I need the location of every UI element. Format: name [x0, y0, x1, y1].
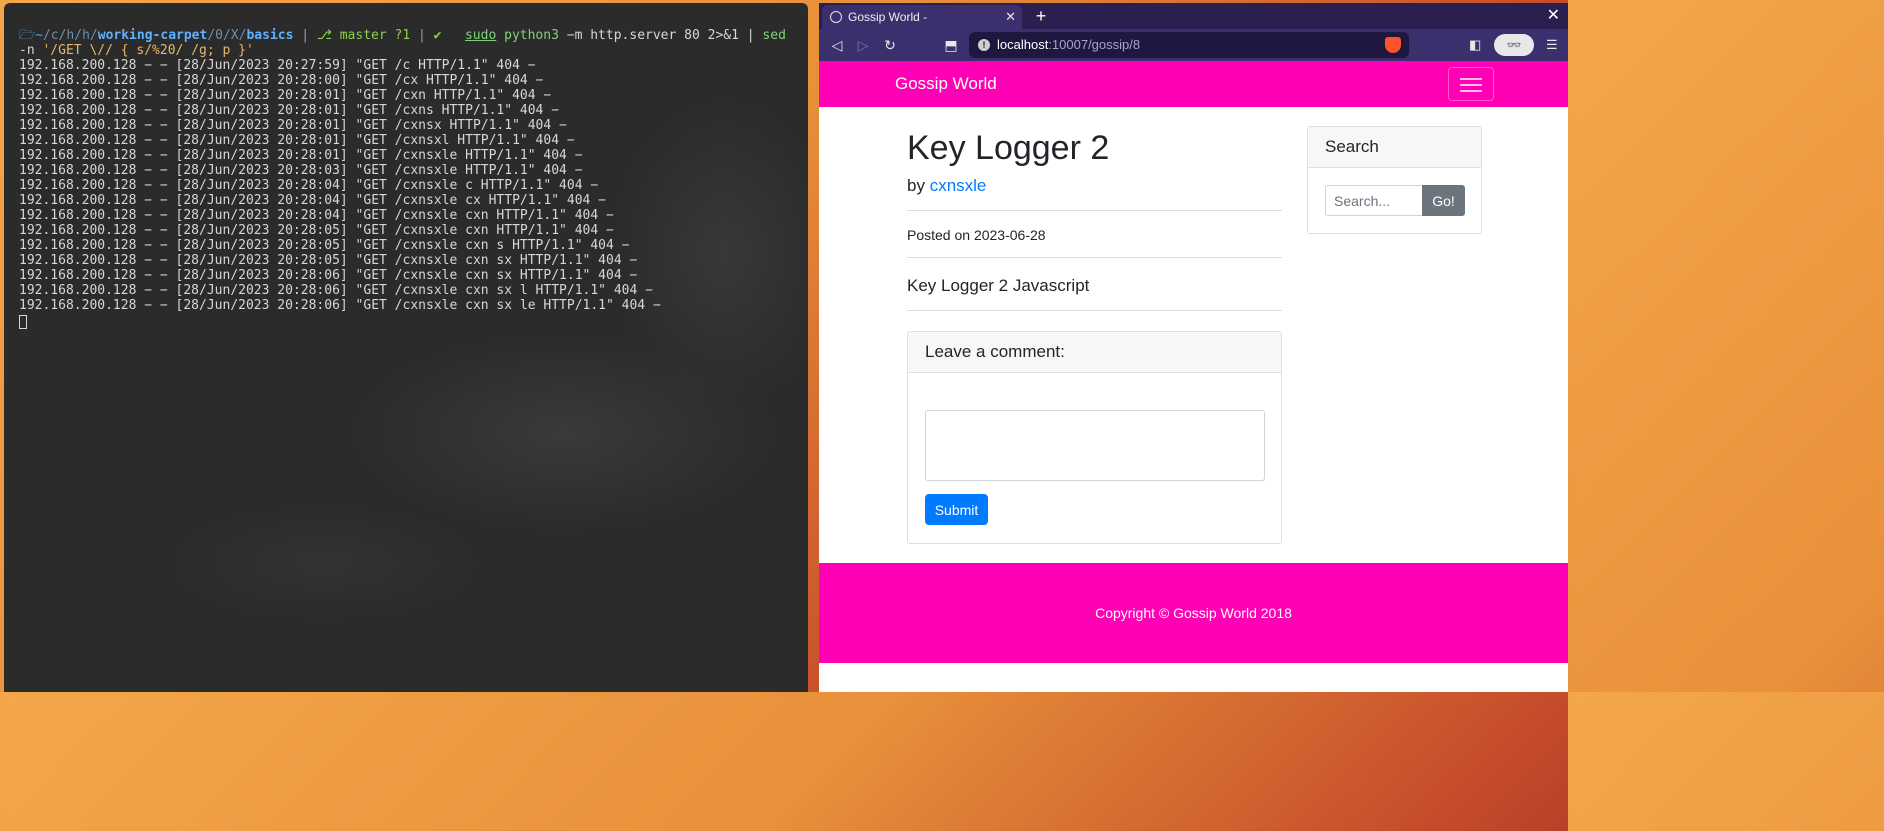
site-navbar: Gossip World: [819, 61, 1568, 107]
divider: [907, 310, 1282, 311]
terminal-output: 192.168.200.128 − − [28/Jun/2023 20:27:5…: [19, 58, 808, 313]
post-byline: by cxnsxle: [907, 176, 987, 195]
prompt-git-branch: master ?1: [339, 28, 411, 43]
folder-icon: 🗁: [19, 28, 36, 43]
bookmark-icon[interactable]: ⬒: [941, 35, 961, 55]
search-go-button[interactable]: Go!: [1422, 185, 1465, 216]
log-line: 192.168.200.128 − − [28/Jun/2023 20:28:0…: [19, 148, 583, 163]
log-line: 192.168.200.128 − − [28/Jun/2023 20:28:0…: [19, 73, 544, 88]
log-line: 192.168.200.128 − − [28/Jun/2023 20:28:0…: [19, 238, 630, 253]
log-line: 192.168.200.128 − − [28/Jun/2023 20:28:0…: [19, 268, 638, 283]
window-close-button[interactable]: ✕: [1547, 3, 1560, 29]
log-line: 192.168.200.128 − − [28/Jun/2023 20:27:5…: [19, 58, 536, 73]
prompt-path-home: ~: [35, 28, 43, 43]
site-footer: Copyright © Gossip World 2018: [819, 563, 1568, 663]
terminal-cursor: [19, 315, 27, 329]
log-line: 192.168.200.128 − − [28/Jun/2023 20:28:0…: [19, 193, 606, 208]
comment-card: Leave a comment: Submit: [907, 331, 1282, 544]
command-sed: sed: [762, 28, 786, 43]
log-line: 192.168.200.128 − − [28/Jun/2023 20:28:0…: [19, 223, 614, 238]
forward-icon[interactable]: ▷: [853, 35, 873, 55]
command-sed-expression: '/GET \// { s/%20/ /g; p }': [42, 43, 254, 58]
post-date: Posted on 2023-06-28: [907, 227, 1046, 243]
reload-icon[interactable]: ↻: [880, 35, 900, 55]
tab-close-icon[interactable]: ✕: [1005, 5, 1016, 29]
log-line: 192.168.200.128 − − [28/Jun/2023 20:28:0…: [19, 178, 599, 193]
submit-button[interactable]: Submit: [925, 494, 988, 525]
log-line: 192.168.200.128 − − [28/Jun/2023 20:28:0…: [19, 298, 661, 313]
prompt-path-dir: basics: [246, 28, 294, 43]
command-args: −m http.server 80 2>&1 |: [558, 28, 763, 43]
browser-tab-title: Gossip World -: [848, 10, 928, 24]
command-flag: -n: [19, 43, 43, 58]
terminal-cursor-line[interactable]: [19, 313, 808, 329]
menu-icon[interactable]: ☰: [1546, 35, 1558, 55]
divider: [907, 257, 1282, 258]
command-main: python3: [504, 28, 559, 43]
site-brand[interactable]: Gossip World: [895, 61, 997, 107]
site-info-icon[interactable]: !: [978, 39, 990, 51]
globe-icon: [830, 11, 842, 23]
wallet-glasses-icon[interactable]: 👓: [1494, 34, 1534, 56]
comment-card-header: Leave a comment:: [908, 332, 1281, 373]
comment-textarea[interactable]: [925, 410, 1265, 481]
log-line: 192.168.200.128 − − [28/Jun/2023 20:28:0…: [19, 283, 653, 298]
post-title: Key Logger 2: [907, 129, 1110, 167]
terminal-prompt-line: 🗁~/c/h/h/working-carpet/0/X/basics | ⎇ m…: [19, 28, 786, 43]
author-link[interactable]: cxnsxle: [930, 176, 987, 195]
log-line: 192.168.200.128 − − [28/Jun/2023 20:28:0…: [19, 118, 567, 133]
prompt-path-tail: /0/X/: [207, 28, 247, 43]
terminal-window[interactable]: 🗁~/c/h/h/working-carpet/0/X/basics | ⎇ m…: [4, 3, 808, 692]
browser-window: Gossip World - ✕ + ✕ ◁ ▷ ↻ ⬒ ! localhost…: [819, 3, 1568, 692]
browser-toolbar: ◁ ▷ ↻ ⬒ ! localhost:10007/gossip/8 ◧ 👓 ☰: [819, 29, 1568, 61]
brave-shields-icon[interactable]: [1385, 37, 1401, 53]
post-body: Key Logger 2 Javascript: [907, 276, 1090, 295]
new-tab-button[interactable]: +: [1031, 3, 1051, 29]
page-content: Key Logger 2 by cxnsxle Posted on 2023-0…: [819, 107, 1568, 563]
terminal-prompt-line-2: -n '/GET \// { s/%20/ /g; p }': [19, 43, 808, 58]
search-card-header: Search: [1308, 127, 1481, 168]
log-line: 192.168.200.128 − − [28/Jun/2023 20:28:0…: [19, 133, 575, 148]
command-sudo: sudo: [464, 28, 497, 43]
search-card: Search Go!: [1307, 126, 1482, 234]
url-path: :10007/gossip/8: [1048, 37, 1141, 52]
log-line: 192.168.200.128 − − [28/Jun/2023 20:28:0…: [19, 103, 560, 118]
url-host: localhost: [997, 37, 1049, 52]
browser-tab-bar: Gossip World - ✕ + ✕: [819, 3, 1568, 29]
navbar-toggler-button[interactable]: [1448, 67, 1494, 101]
hamburger-icon: [1460, 78, 1482, 80]
address-bar[interactable]: ! localhost:10007/gossip/8: [969, 32, 1409, 58]
log-line: 192.168.200.128 − − [28/Jun/2023 20:28:0…: [19, 208, 614, 223]
log-line: 192.168.200.128 − − [28/Jun/2023 20:28:0…: [19, 88, 552, 103]
back-icon[interactable]: ◁: [827, 35, 847, 55]
search-input[interactable]: [1325, 185, 1422, 216]
git-branch-icon: ⎇: [316, 28, 340, 43]
log-line: 192.168.200.128 − − [28/Jun/2023 20:28:0…: [19, 253, 638, 268]
divider: [907, 210, 1282, 211]
log-line: 192.168.200.128 − − [28/Jun/2023 20:28:0…: [19, 163, 583, 178]
browser-tab[interactable]: Gossip World - ✕: [822, 5, 1022, 29]
footer-copyright: Copyright © Gossip World 2018: [1095, 605, 1292, 621]
sidebar-icon[interactable]: ◧: [1469, 35, 1481, 55]
prompt-path-repo: working-carpet: [97, 28, 208, 43]
prompt-status-ok-icon: ✔: [433, 28, 442, 43]
prompt-path-mid: /c/h/h/: [42, 28, 98, 43]
